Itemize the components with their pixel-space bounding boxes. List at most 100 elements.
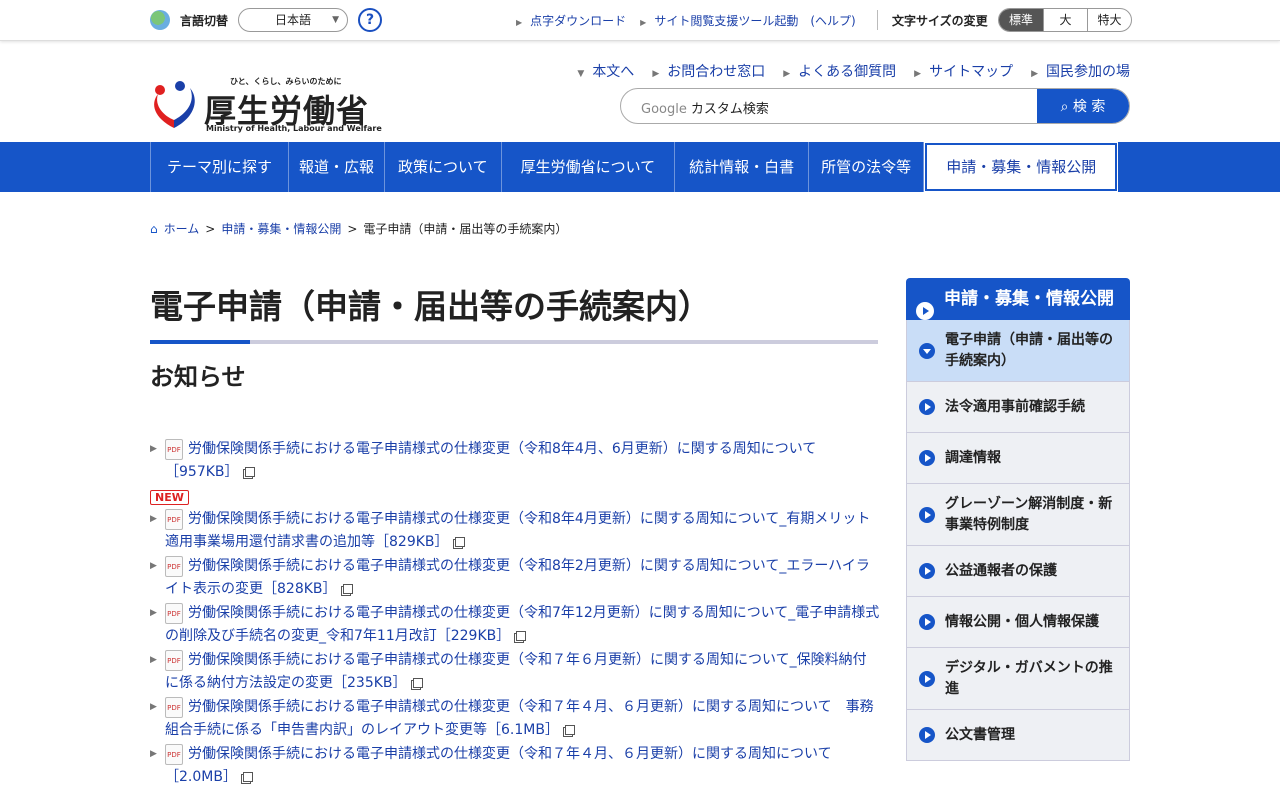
- skip-to-content-link[interactable]: ▼ 本文へ: [577, 61, 634, 81]
- search-placeholder: カスタム検索: [690, 102, 769, 117]
- search-input[interactable]: Google カスタム検索: [641, 98, 769, 117]
- arrow-icon: ▶: [914, 69, 922, 79]
- chevron-down-circle-icon: [919, 342, 935, 359]
- arrow-circle-icon: [919, 563, 935, 579]
- arrow-icon: ▶: [516, 18, 523, 27]
- nav-about[interactable]: 厚生労働省について: [500, 142, 675, 192]
- arrow-icon: ▶: [783, 69, 791, 79]
- sidebar-item[interactable]: 公文書管理: [906, 710, 1130, 761]
- arrow-icon: ▶: [652, 69, 660, 79]
- logo-english: Ministry of Health, Labour and Welfare: [206, 124, 382, 133]
- font-size-label: 文字サイズの変更: [892, 14, 988, 28]
- divider: [877, 10, 878, 30]
- arrow-circle-icon: [919, 727, 935, 743]
- nav-press[interactable]: 報道・広報: [288, 142, 384, 192]
- sidebar-title[interactable]: 申請・募集・情報公開: [906, 278, 1130, 320]
- notice-link[interactable]: 労働保険関係手続における電子申請様式の仕様変更（令和8年2月更新）に関する周知に…: [165, 558, 870, 597]
- nav-policy[interactable]: 政策について: [384, 142, 501, 192]
- pdf-icon: PDF: [165, 508, 183, 530]
- arrow-icon: ▶: [1031, 69, 1038, 79]
- braille-download-link[interactable]: ▶ 点字ダウンロード: [516, 12, 626, 29]
- notice-item: ▶ PDF 労働保険関係手続における電子申請様式の仕様変更（令和７年６月更新）に関す…: [150, 649, 880, 695]
- globe-icon: [150, 10, 170, 30]
- sidebar-title-label: 申請・募集・情報公開: [944, 289, 1114, 309]
- title-underline: [150, 340, 878, 344]
- nav-laws[interactable]: 所管の法令等: [808, 142, 925, 192]
- page-title: 電子申請（申請・届出等の手続案内）: [150, 287, 711, 326]
- search-icon: ⌕: [1060, 99, 1073, 115]
- external-window-icon: [516, 631, 527, 641]
- notice-link[interactable]: 労働保険関係手続における電子申請様式の仕様変更（令和７年４月、６月更新）に関する…: [165, 699, 874, 738]
- pdf-icon: PDF: [165, 438, 183, 460]
- bullet-icon: ▶: [150, 514, 157, 524]
- breadcrumb-home[interactable]: ホーム: [164, 220, 200, 237]
- nav-theme[interactable]: テーマ別に探す: [150, 142, 288, 192]
- language-label: 言語切替: [180, 14, 229, 28]
- link-label: よくある御質問: [798, 64, 897, 80]
- sidebar-item-label: 法令適用事前確認手続: [945, 398, 1085, 415]
- search-button[interactable]: ⌕ 検 索: [1037, 89, 1129, 123]
- new-badge: NEW: [150, 490, 189, 505]
- sidebar-item[interactable]: 情報公開・個人情報保護: [906, 597, 1130, 648]
- bullet-icon: ▶: [150, 444, 157, 454]
- search-button-label: 検 索: [1072, 99, 1106, 115]
- utility-links: ▶ 点字ダウンロード ▶ サイト閲覧支援ツール起動 (ヘルプ): [516, 12, 856, 29]
- external-window-icon: [242, 772, 253, 782]
- notice-link[interactable]: 労働保険関係手続における電子申請様式の仕様変更（令和７年４月、６月更新）に関する…: [165, 746, 832, 785]
- bullet-icon: ▶: [150, 608, 157, 618]
- bullet-icon: ▶: [150, 749, 157, 759]
- notice-item: ▶ PDF 労働保険関係手続における電子申請様式の仕様変更（令和8年4月更新）に関す…: [150, 508, 880, 554]
- notice-item: ▶ PDF 労働保険関係手続における電子申請様式の仕様変更（令和7年12月更新）に関…: [150, 602, 880, 648]
- sidebar-item-label: 公益通報者の保護: [945, 562, 1057, 579]
- link-label: 国民参加の場: [1046, 64, 1130, 80]
- nav-applications[interactable]: 申請・募集・情報公開: [924, 142, 1119, 192]
- notice-item: ▶ PDF 労働保険関係手続における電子申請様式の仕様変更（令和７年４月、６月更新）…: [150, 696, 880, 742]
- arrow-circle-icon: [919, 670, 935, 687]
- sidebar-item[interactable]: グレーゾーン解消制度・新事業特例制度: [906, 484, 1130, 546]
- language-select[interactable]: 日本語 ▼: [238, 8, 348, 32]
- accessibility-tool-link[interactable]: ▶ サイト閲覧支援ツール起動 (ヘルプ): [640, 12, 856, 29]
- sidebar-item[interactable]: デジタル・ガバメントの推進: [906, 648, 1130, 710]
- breadcrumb-separator: >: [347, 221, 358, 236]
- notice-link[interactable]: 労働保険関係手続における電子申請様式の仕様変更（令和8年4月、6月更新）に関する…: [165, 441, 816, 480]
- sitemap-link[interactable]: ▶ サイトマップ: [914, 61, 1013, 81]
- external-window-icon: [244, 467, 255, 477]
- chevron-down-icon: ▼: [332, 15, 339, 25]
- utility-bar: 言語切替 日本語 ▼ ? ▶ 点字ダウンロード ▶ サイト閲覧支援ツール起動 (ヘルプ…: [0, 0, 1280, 41]
- bullet-icon: ▶: [150, 702, 157, 712]
- google-brand: Google: [641, 102, 687, 117]
- header-links: ▼ 本文へ ▶ お問合わせ窓口 ▶ よくある御質問 ▶ サイトマップ ▶ 国民参加の場: [577, 61, 1130, 81]
- arrow-circle-icon: [916, 302, 934, 320]
- breadcrumb-separator: >: [205, 221, 216, 236]
- faq-link[interactable]: ▶ よくある御質問: [783, 61, 896, 81]
- notice-list: ▶ PDF 労働保険関係手続における電子申請様式の仕様変更（令和8年4月、6月更新）…: [150, 438, 880, 790]
- notice-item: ▶ PDF 労働保険関係手続における電子申請様式の仕様変更（令和8年2月更新）に関す…: [150, 555, 880, 601]
- arrow-circle-icon: [919, 399, 935, 415]
- sidebar-item[interactable]: 調達情報: [906, 433, 1130, 484]
- sidebar-item[interactable]: 法令適用事前確認手続: [906, 382, 1130, 433]
- sidebar-item-label: 調達情報: [945, 449, 1001, 466]
- external-window-icon: [342, 584, 353, 594]
- font-size-large[interactable]: 大: [1043, 9, 1087, 31]
- link-label: 点字ダウンロード: [530, 14, 627, 28]
- font-size-xlarge[interactable]: 特大: [1087, 9, 1131, 31]
- sidebar-item[interactable]: 公益通報者の保護: [906, 546, 1130, 597]
- nav-statistics[interactable]: 統計情報・白書: [674, 142, 808, 192]
- font-size-standard[interactable]: 標準: [999, 9, 1043, 31]
- link-label: 本文へ: [592, 64, 635, 80]
- breadcrumb-applications[interactable]: 申請・募集・情報公開: [221, 220, 341, 237]
- sidebar-item[interactable]: 電子申請（申請・届出等の手続案内）: [906, 320, 1130, 382]
- sidebar-item-label: 情報公開・個人情報保護: [945, 613, 1099, 630]
- sidebar-item-label: 電子申請（申請・届出等の手続案内）: [945, 331, 1113, 369]
- sidebar-item-label: グレーゾーン解消制度・新事業特例制度: [945, 495, 1113, 533]
- external-window-icon: [412, 678, 423, 688]
- help-button[interactable]: ?: [358, 8, 382, 32]
- notice-link[interactable]: 労働保険関係手続における電子申請様式の仕様変更（令和７年６月更新）に関する周知に…: [165, 652, 867, 691]
- contact-link[interactable]: ▶ お問合わせ窓口: [652, 61, 765, 81]
- public-participation-link[interactable]: ▶ 国民参加の場: [1031, 61, 1130, 81]
- sidebar-item-label: デジタル・ガバメントの推進: [945, 659, 1113, 697]
- breadcrumb-current: 電子申請（申請・届出等の手続案内）: [363, 222, 568, 236]
- notice-link[interactable]: 労働保険関係手続における電子申請様式の仕様変更（令和8年4月更新）に関する周知に…: [165, 511, 870, 550]
- link-label: サイト閲覧支援ツール起動 (ヘルプ): [654, 14, 856, 28]
- link-label: お問合わせ窓口: [667, 64, 766, 80]
